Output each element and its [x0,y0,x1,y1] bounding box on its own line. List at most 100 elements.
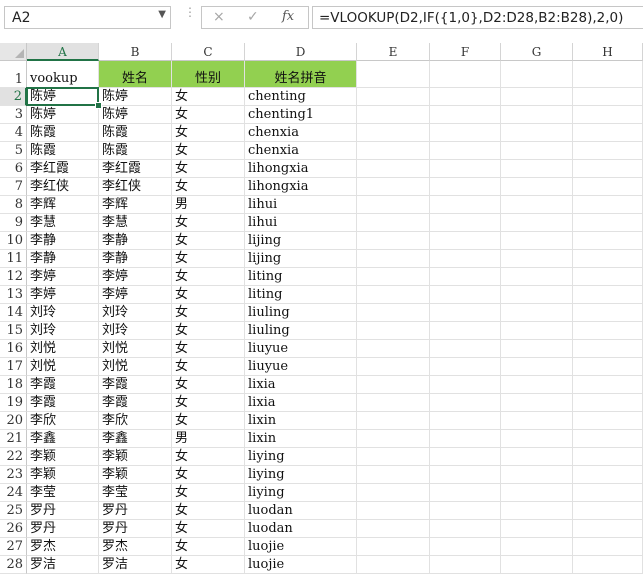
cell-a[interactable]: 李霞 [27,394,99,412]
cell-empty[interactable] [573,430,643,448]
cell-c[interactable]: 女 [172,340,245,358]
cell-empty[interactable] [430,556,501,574]
cell-a[interactable]: 李霞 [27,376,99,394]
cell-c[interactable]: 女 [172,322,245,340]
cell-empty[interactable] [357,556,430,574]
cell-c[interactable]: 女 [172,556,245,574]
cell-empty[interactable] [573,520,643,538]
row-header[interactable]: 4 [0,124,27,142]
row-header[interactable]: 23 [0,466,27,484]
cell-b[interactable]: 李婷 [99,286,172,304]
cell-d[interactable]: luojie [245,538,357,556]
cell-a[interactable]: 陈霞 [27,142,99,160]
row-header[interactable]: 5 [0,142,27,160]
cell-c[interactable]: 女 [172,106,245,124]
cell-empty[interactable] [357,322,430,340]
cell-c[interactable]: 女 [172,304,245,322]
cell-empty[interactable] [357,340,430,358]
cell-d[interactable]: chenxia [245,124,357,142]
cell-b[interactable]: 陈婷 [99,106,172,124]
row-header[interactable]: 1 [0,61,27,88]
row-header[interactable]: 6 [0,160,27,178]
column-header-e[interactable]: E [357,43,430,61]
cell-d[interactable]: luodan [245,502,357,520]
cell-empty[interactable] [357,286,430,304]
cell-d[interactable]: lijing [245,250,357,268]
cell-a[interactable]: 李欣 [27,412,99,430]
cell-empty[interactable] [357,160,430,178]
cell-a[interactable]: 李婷 [27,268,99,286]
cell-b[interactable]: 罗洁 [99,556,172,574]
cell-empty[interactable] [430,61,501,88]
cell-empty[interactable] [430,412,501,430]
cell-b[interactable]: 刘玲 [99,322,172,340]
column-header-a[interactable]: A [27,43,99,61]
cell-b[interactable]: 李鑫 [99,430,172,448]
row-header[interactable]: 20 [0,412,27,430]
cell-empty[interactable] [573,178,643,196]
row-header[interactable]: 17 [0,358,27,376]
cell-c[interactable]: 女 [172,376,245,394]
cell-empty[interactable] [573,286,643,304]
column-header-g[interactable]: G [501,43,573,61]
cell-d[interactable]: liuyue [245,358,357,376]
cell-empty[interactable] [573,160,643,178]
cell-empty[interactable] [573,322,643,340]
row-header[interactable]: 11 [0,250,27,268]
cell-empty[interactable] [430,304,501,322]
cell-d[interactable]: lihui [245,214,357,232]
cell-c[interactable]: 男 [172,196,245,214]
row-header[interactable]: 15 [0,322,27,340]
cell-a[interactable]: 罗丹 [27,520,99,538]
cell-a[interactable]: 罗杰 [27,538,99,556]
cell-c[interactable]: 男 [172,430,245,448]
cell-empty[interactable] [357,412,430,430]
cell-empty[interactable] [501,250,573,268]
cell-d[interactable]: liying [245,484,357,502]
cell-empty[interactable] [501,322,573,340]
cell-d[interactable]: lihongxia [245,160,357,178]
cell-empty[interactable] [501,124,573,142]
column-header-f[interactable]: F [430,43,501,61]
cell-a[interactable]: 李静 [27,232,99,250]
cell-d[interactable]: liuling [245,304,357,322]
fill-handle[interactable] [95,102,102,109]
cell-empty[interactable] [357,466,430,484]
row-header[interactable]: 8 [0,196,27,214]
cell-empty[interactable] [501,538,573,556]
formula-bar-grip-icon[interactable]: ⋮ [184,6,196,27]
cell-b[interactable]: 李颖 [99,466,172,484]
row-header[interactable]: 21 [0,430,27,448]
cell-empty[interactable] [430,430,501,448]
row-header[interactable]: 24 [0,484,27,502]
cell-empty[interactable] [357,124,430,142]
cell-empty[interactable] [430,358,501,376]
cell-a[interactable]: 李莹 [27,484,99,502]
cell-empty[interactable] [573,484,643,502]
cell-empty[interactable] [501,88,573,106]
cell-empty[interactable] [501,61,573,88]
cell-b[interactable]: 刘玲 [99,304,172,322]
cell-empty[interactable] [573,88,643,106]
cell-a[interactable]: 罗洁 [27,556,99,574]
cell-empty[interactable] [430,340,501,358]
cell-b1[interactable]: 姓名 [99,61,172,88]
cell-empty[interactable] [430,268,501,286]
cell-b[interactable]: 李红霞 [99,160,172,178]
cell-empty[interactable] [430,88,501,106]
cell-empty[interactable] [501,412,573,430]
cell-empty[interactable] [430,196,501,214]
cell-b[interactable]: 刘悦 [99,358,172,376]
cell-a[interactable]: 陈婷 [27,88,99,106]
row-header[interactable]: 26 [0,520,27,538]
cell-a[interactable]: 李婷 [27,286,99,304]
column-header-c[interactable]: C [172,43,245,61]
cell-empty[interactable] [501,196,573,214]
cell-d[interactable]: lijing [245,232,357,250]
cell-empty[interactable] [430,160,501,178]
cell-empty[interactable] [501,178,573,196]
cell-a[interactable]: 刘玲 [27,322,99,340]
cell-empty[interactable] [357,304,430,322]
cell-d[interactable]: liuyue [245,340,357,358]
cell-d[interactable]: lixia [245,394,357,412]
